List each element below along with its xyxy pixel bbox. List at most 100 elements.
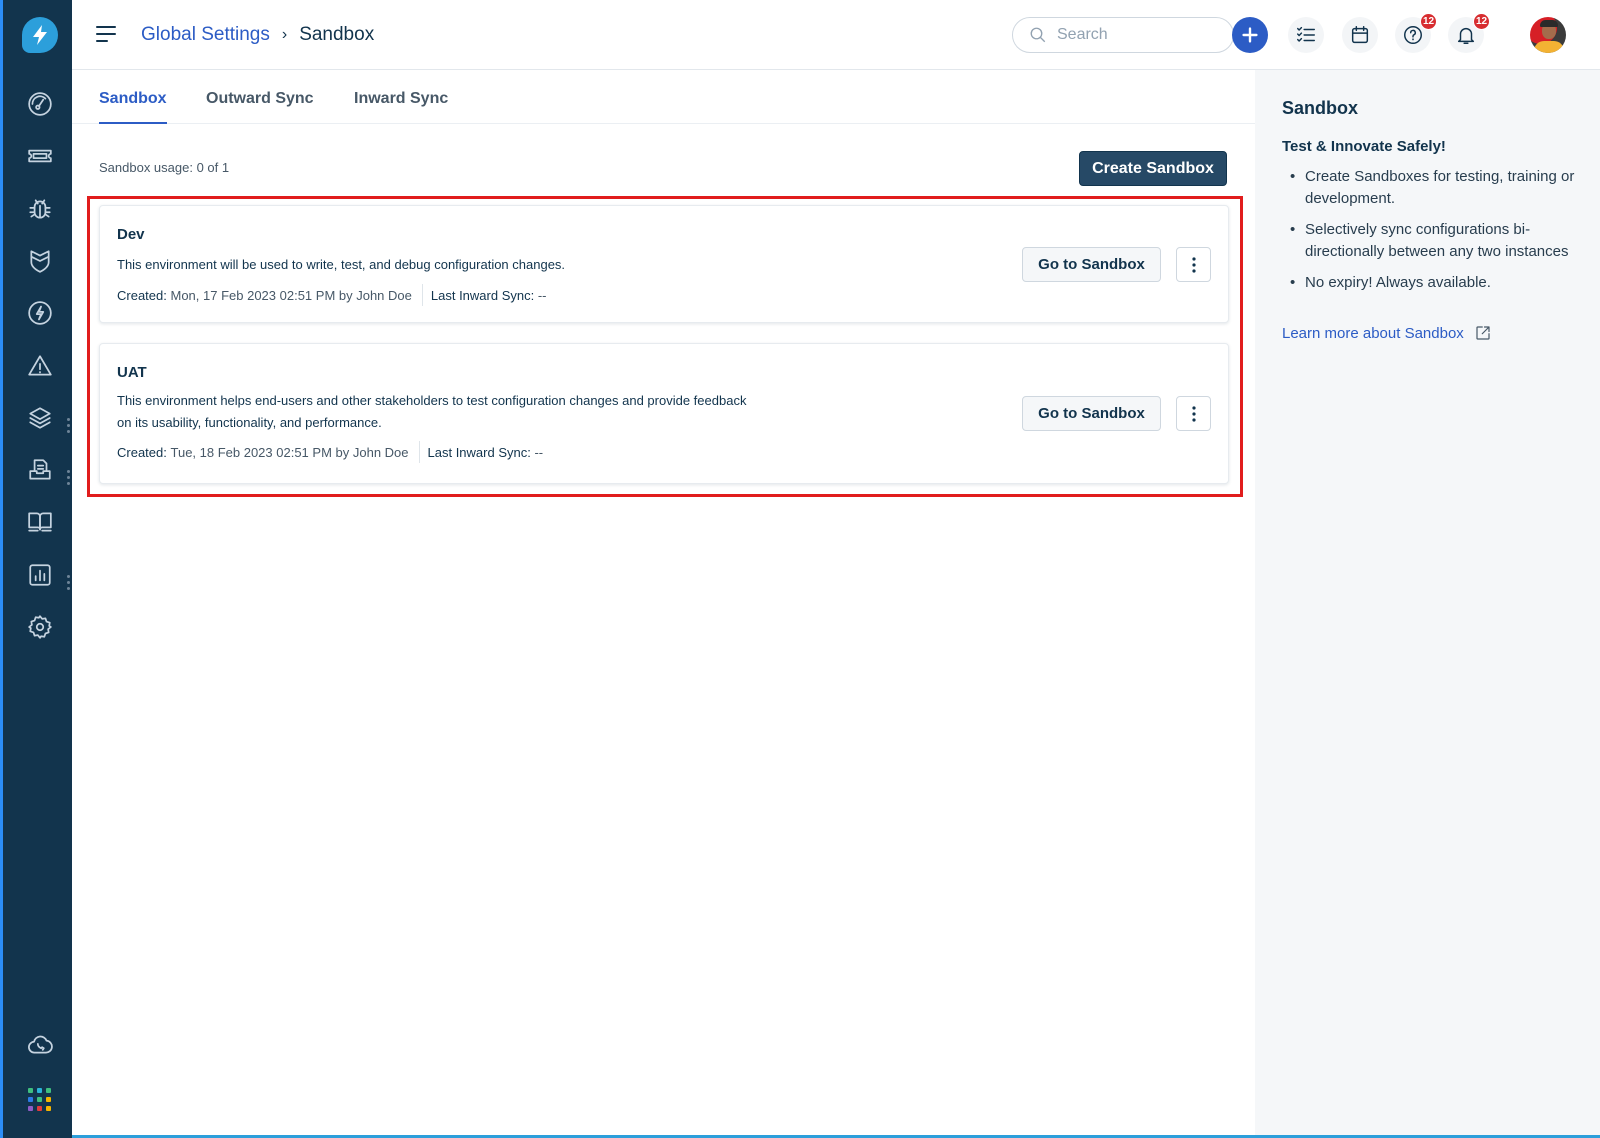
sandbox-meta: Created: Mon, 17 Feb 2023 02:51 PM by Jo… <box>117 284 547 306</box>
sandbox-name: UAT <box>117 364 147 381</box>
feature-item: Create Sandboxes for testing, training o… <box>1282 166 1582 210</box>
tab-bar: Sandbox Outward Sync Inward Sync <box>72 70 1255 124</box>
book-icon <box>28 512 52 532</box>
app-square <box>46 1088 51 1093</box>
nav-freshcaller[interactable] <box>25 1030 55 1060</box>
sandbox-card-dev: Dev This environment will be used to wri… <box>99 205 1229 323</box>
checklist-icon <box>1297 26 1315 42</box>
sync-label: Last Inward Sync: <box>430 287 535 303</box>
nav-admin[interactable] <box>25 612 55 642</box>
nav-dashboard[interactable] <box>25 89 55 119</box>
more-options-button[interactable] <box>1176 247 1211 282</box>
bell-icon <box>1457 27 1475 44</box>
more-options-button[interactable] <box>1176 396 1211 431</box>
nav-analytics[interactable] <box>25 560 55 590</box>
bug-icon <box>29 199 51 219</box>
sandbox-usage: Sandbox usage: 0 of 1 <box>99 160 230 175</box>
tab-sandbox[interactable]: Sandbox <box>99 90 167 124</box>
go-to-sandbox-button[interactable]: Go to Sandbox <box>1022 396 1161 431</box>
app-square <box>46 1106 51 1111</box>
user-avatar[interactable] <box>1530 17 1566 53</box>
sandbox-name: Dev <box>117 226 145 243</box>
sandbox-card-uat: UAT This environment helps end-users and… <box>99 343 1229 484</box>
kebab-menu-icon <box>1191 405 1196 422</box>
nav-assets[interactable] <box>25 403 55 433</box>
apps-grid-icon[interactable] <box>28 1088 51 1111</box>
nav-problems[interactable] <box>25 194 55 224</box>
document-tray-icon <box>29 459 51 480</box>
meta-divider <box>418 441 420 463</box>
notifications-button[interactable]: 12 <box>1448 13 1490 53</box>
nav-contracts-more[interactable] <box>67 470 71 485</box>
nav-solutions[interactable] <box>25 507 55 537</box>
left-nav-rail <box>0 0 72 1138</box>
sandbox-description: This environment helps end-users and oth… <box>117 393 747 430</box>
app-square <box>28 1088 33 1093</box>
layers-icon <box>29 407 51 429</box>
feature-item: Selectively sync configurations bi-direc… <box>1282 219 1582 263</box>
breadcrumb-separator-icon: › <box>281 26 288 43</box>
created-label: Created: <box>117 287 167 303</box>
feature-list: Create Sandboxes for testing, training o… <box>1282 166 1582 303</box>
dashboard-icon <box>28 92 52 116</box>
app-square <box>37 1088 42 1093</box>
learn-more-link[interactable]: Learn more about Sandbox <box>1282 324 1492 342</box>
breadcrumb-global-settings[interactable]: Global Settings <box>141 24 270 46</box>
warning-icon <box>28 355 52 376</box>
search-input[interactable] <box>1057 26 1217 44</box>
help-badge: 12 <box>1420 13 1437 30</box>
app-square <box>46 1097 51 1102</box>
help-question-icon <box>1404 26 1422 44</box>
create-sandbox-button[interactable]: Create Sandbox <box>1079 151 1227 186</box>
breadcrumb-current: Sandbox <box>299 24 375 45</box>
help-button[interactable]: 12 <box>1395 13 1437 53</box>
app-square <box>28 1097 33 1102</box>
bar-chart-icon <box>29 564 51 586</box>
nav-analytics-more[interactable] <box>67 575 71 590</box>
app-square <box>28 1106 33 1111</box>
cloud-phone-icon <box>28 1035 53 1054</box>
nav-changes[interactable] <box>25 246 55 276</box>
sandbox-description: This environment will be used to write, … <box>117 257 566 272</box>
shield-icon <box>30 250 50 273</box>
tab-outward-sync[interactable]: Outward Sync <box>206 90 314 124</box>
tickets-icon <box>28 149 52 163</box>
side-panel-title: Sandbox <box>1282 98 1359 118</box>
notifications-badge: 12 <box>1473 13 1490 30</box>
external-link-icon <box>1476 326 1490 340</box>
info-side-panel: Sandbox Test & Innovate Safely! Create S… <box>1255 70 1600 1138</box>
learn-more-text[interactable]: Learn more about Sandbox <box>1282 325 1464 342</box>
nav-contracts[interactable] <box>25 455 55 485</box>
sync-label: Last Inward Sync: <box>427 444 531 460</box>
menu-toggle-button[interactable] <box>96 26 116 44</box>
gear-icon <box>28 615 52 639</box>
nav-alerts[interactable] <box>25 351 55 381</box>
breadcrumb: Global Settings › Sandbox <box>141 24 374 46</box>
plus-icon <box>1242 27 1258 43</box>
sandbox-meta: Created: Tue, 18 Feb 2023 02:51 PM by Jo… <box>117 441 543 463</box>
lightning-logo-icon <box>33 25 47 45</box>
bolt-circle-icon <box>28 301 52 325</box>
new-item-button[interactable] <box>1232 17 1268 53</box>
calendar-button[interactable] <box>1342 17 1378 53</box>
calendar-icon <box>1351 26 1369 44</box>
top-header: Global Settings › Sandbox 12 12 <box>72 0 1600 70</box>
nav-tickets[interactable] <box>25 141 55 171</box>
tab-inward-sync[interactable]: Inward Sync <box>354 90 448 124</box>
nav-releases[interactable] <box>25 298 55 328</box>
feature-item: No expiry! Always available. <box>1282 272 1582 294</box>
meta-divider <box>421 284 423 306</box>
go-to-sandbox-button[interactable]: Go to Sandbox <box>1022 247 1161 282</box>
sync-value: -- <box>537 287 547 303</box>
created-label: Created: <box>117 444 167 460</box>
created-value: Mon, 17 Feb 2023 02:51 PM by John Doe <box>170 287 412 303</box>
sync-value: -- <box>534 444 544 460</box>
search-box[interactable] <box>1012 17 1234 53</box>
app-square <box>37 1106 42 1111</box>
kebab-menu-icon <box>1191 256 1196 273</box>
todo-button[interactable] <box>1288 17 1324 53</box>
side-panel-subtitle: Test & Innovate Safely! <box>1282 138 1446 155</box>
nav-assets-more[interactable] <box>67 418 71 433</box>
created-value: Tue, 18 Feb 2023 02:51 PM by John Doe <box>170 444 409 460</box>
app-logo[interactable] <box>22 17 58 53</box>
